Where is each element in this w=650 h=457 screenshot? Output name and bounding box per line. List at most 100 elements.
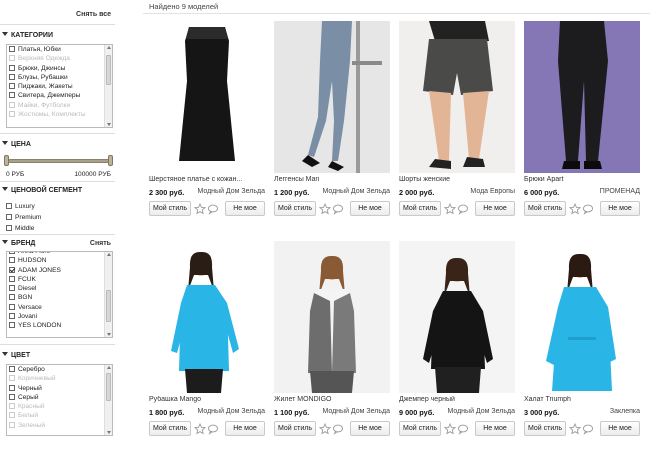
checkbox[interactable] xyxy=(9,55,15,62)
scroll-up-arrow-icon[interactable] xyxy=(107,366,111,369)
product-card[interactable]: Жилет MONDIGO 1 100 руб. Модный Дом Зельда… xyxy=(274,241,390,441)
color-title[interactable]: ЦВЕТ xyxy=(2,352,30,359)
not-mine-button[interactable]: Не мое xyxy=(600,421,640,436)
scroll-thumb[interactable] xyxy=(106,373,111,401)
checkbox[interactable] xyxy=(9,384,15,391)
category-option[interactable]: Жостюмы, Комплекты xyxy=(7,110,112,119)
not-mine-button[interactable]: Не мое xyxy=(475,421,515,436)
star-icon[interactable] xyxy=(193,202,207,215)
product-photo[interactable] xyxy=(399,241,515,393)
product-store[interactable]: Модный Дом Зельда xyxy=(322,188,390,195)
brand-list[interactable]: Anna Fiore HUDSON ADAM JONES FCUK Diesel BGN V… xyxy=(6,251,113,338)
product-photo[interactable] xyxy=(149,21,265,173)
checkbox[interactable] xyxy=(9,64,15,71)
scroll-up-arrow-icon[interactable] xyxy=(107,253,111,256)
checkbox[interactable] xyxy=(9,275,15,282)
categories-title[interactable]: КАТЕГОРИИ xyxy=(2,32,53,39)
checkbox[interactable] xyxy=(9,322,15,329)
checkbox[interactable] xyxy=(9,46,15,52)
product-photo[interactable] xyxy=(524,241,640,393)
color-option[interactable]: Серый xyxy=(7,393,112,402)
segment-option[interactable]: Middle xyxy=(6,225,34,232)
comment-icon[interactable] xyxy=(582,202,594,215)
checkbox[interactable] xyxy=(9,375,15,382)
product-name[interactable]: Джемпер черный xyxy=(399,396,515,403)
not-mine-button[interactable]: Не мое xyxy=(350,421,390,436)
star-icon[interactable] xyxy=(443,422,457,435)
product-name[interactable]: Брюки Apart xyxy=(524,176,640,183)
color-option[interactable]: Серебро xyxy=(7,365,112,374)
product-store[interactable]: Модный Дом Зельда xyxy=(447,408,515,415)
clear-all-link[interactable]: Снять все xyxy=(76,11,111,18)
scroll-thumb[interactable] xyxy=(106,55,111,85)
product-name[interactable]: Жилет MONDIGO xyxy=(274,396,390,403)
category-option[interactable]: Пиджаки, Жакеты xyxy=(7,82,112,91)
segment-option[interactable]: Luxury xyxy=(6,203,35,210)
checkbox[interactable] xyxy=(9,257,15,264)
product-card[interactable]: Шерстяное платье с кожан... 2 300 руб. Мод… xyxy=(149,21,265,221)
product-photo[interactable] xyxy=(274,21,390,173)
product-name[interactable]: Халат Triumph xyxy=(524,396,640,403)
price-slider-max-handle[interactable] xyxy=(108,155,113,166)
checkbox[interactable] xyxy=(9,421,15,428)
star-icon[interactable] xyxy=(318,422,332,435)
checkbox[interactable] xyxy=(9,403,15,410)
color-option[interactable]: Красный xyxy=(7,402,112,411)
comment-icon[interactable] xyxy=(582,422,594,435)
product-store[interactable]: Заклепка xyxy=(610,408,640,415)
my-style-button[interactable]: Мой стиль xyxy=(274,421,316,436)
my-style-button[interactable]: Мой стиль xyxy=(399,421,441,436)
scroll-down-arrow-icon[interactable] xyxy=(107,333,111,336)
product-card[interactable]: Халат Triumph 3 000 руб. Заклепка Мой стиль… xyxy=(524,241,640,441)
categories-list[interactable]: Платья, Юбки Верхняя Одежда Брюки, Джинсы Б… xyxy=(6,44,113,128)
not-mine-button[interactable]: Не мое xyxy=(225,421,265,436)
category-option[interactable]: Платья, Юбки xyxy=(7,45,112,54)
checkbox[interactable] xyxy=(9,393,15,400)
brand-scrollbar[interactable] xyxy=(104,252,112,337)
scroll-thumb[interactable] xyxy=(106,290,111,322)
checkbox[interactable] xyxy=(6,203,12,209)
product-store[interactable]: Модный Дом Зельда xyxy=(197,188,265,195)
product-photo[interactable] xyxy=(399,21,515,173)
checkbox[interactable] xyxy=(6,214,12,220)
checkbox[interactable] xyxy=(9,83,15,90)
color-option[interactable]: Зеленый xyxy=(7,421,112,430)
category-option[interactable]: Блузы, Рубашки xyxy=(7,73,112,82)
color-option[interactable]: Белый xyxy=(7,411,112,420)
checkbox[interactable] xyxy=(9,366,15,372)
comment-icon[interactable] xyxy=(457,422,469,435)
product-store[interactable]: ПРОМЕНАД xyxy=(600,188,640,195)
brand-option[interactable]: BGN xyxy=(7,293,112,302)
scroll-up-arrow-icon[interactable] xyxy=(107,46,111,49)
comment-icon[interactable] xyxy=(207,202,219,215)
price-slider-min-handle[interactable] xyxy=(4,155,9,166)
star-icon[interactable] xyxy=(443,202,457,215)
price-slider-track[interactable] xyxy=(8,159,110,163)
comment-icon[interactable] xyxy=(457,202,469,215)
checkbox[interactable] xyxy=(6,225,12,231)
product-photo[interactable] xyxy=(524,21,640,173)
color-list[interactable]: Серебро Коричневый Черный Серый Красный Белый… xyxy=(6,364,113,436)
checkbox[interactable] xyxy=(9,412,15,419)
segment-title[interactable]: ЦЕНОВОЙ СЕГМЕНТ xyxy=(2,187,82,194)
product-store[interactable]: Модный Дом Зельда xyxy=(197,408,265,415)
brand-option[interactable]: ADAM JONES xyxy=(7,266,112,275)
brand-option[interactable]: HUDSON xyxy=(7,256,112,265)
my-style-button[interactable]: Мой стиль xyxy=(399,201,441,216)
category-option[interactable]: Верхняя Одежда xyxy=(7,54,112,63)
comment-icon[interactable] xyxy=(332,422,344,435)
product-store[interactable]: Мода Европы xyxy=(470,188,515,195)
star-icon[interactable] xyxy=(568,202,582,215)
my-style-button[interactable]: Мой стиль xyxy=(274,201,316,216)
product-card[interactable]: Леггенсы Mari 1 200 руб. Модный Дом Зельда… xyxy=(274,21,390,221)
product-card[interactable]: Шорты женские 2 000 руб. Мода Европы Мой ст… xyxy=(399,21,515,221)
checkbox[interactable] xyxy=(9,111,15,118)
color-scrollbar[interactable] xyxy=(104,365,112,435)
my-style-button[interactable]: Мой стиль xyxy=(524,201,566,216)
checkbox[interactable] xyxy=(9,294,15,301)
checkbox[interactable] xyxy=(9,313,15,320)
checkbox[interactable] xyxy=(9,101,15,108)
category-option[interactable]: Майки, Футболки xyxy=(7,101,112,110)
segment-option[interactable]: Premium xyxy=(6,214,41,221)
not-mine-button[interactable]: Не мое xyxy=(600,201,640,216)
